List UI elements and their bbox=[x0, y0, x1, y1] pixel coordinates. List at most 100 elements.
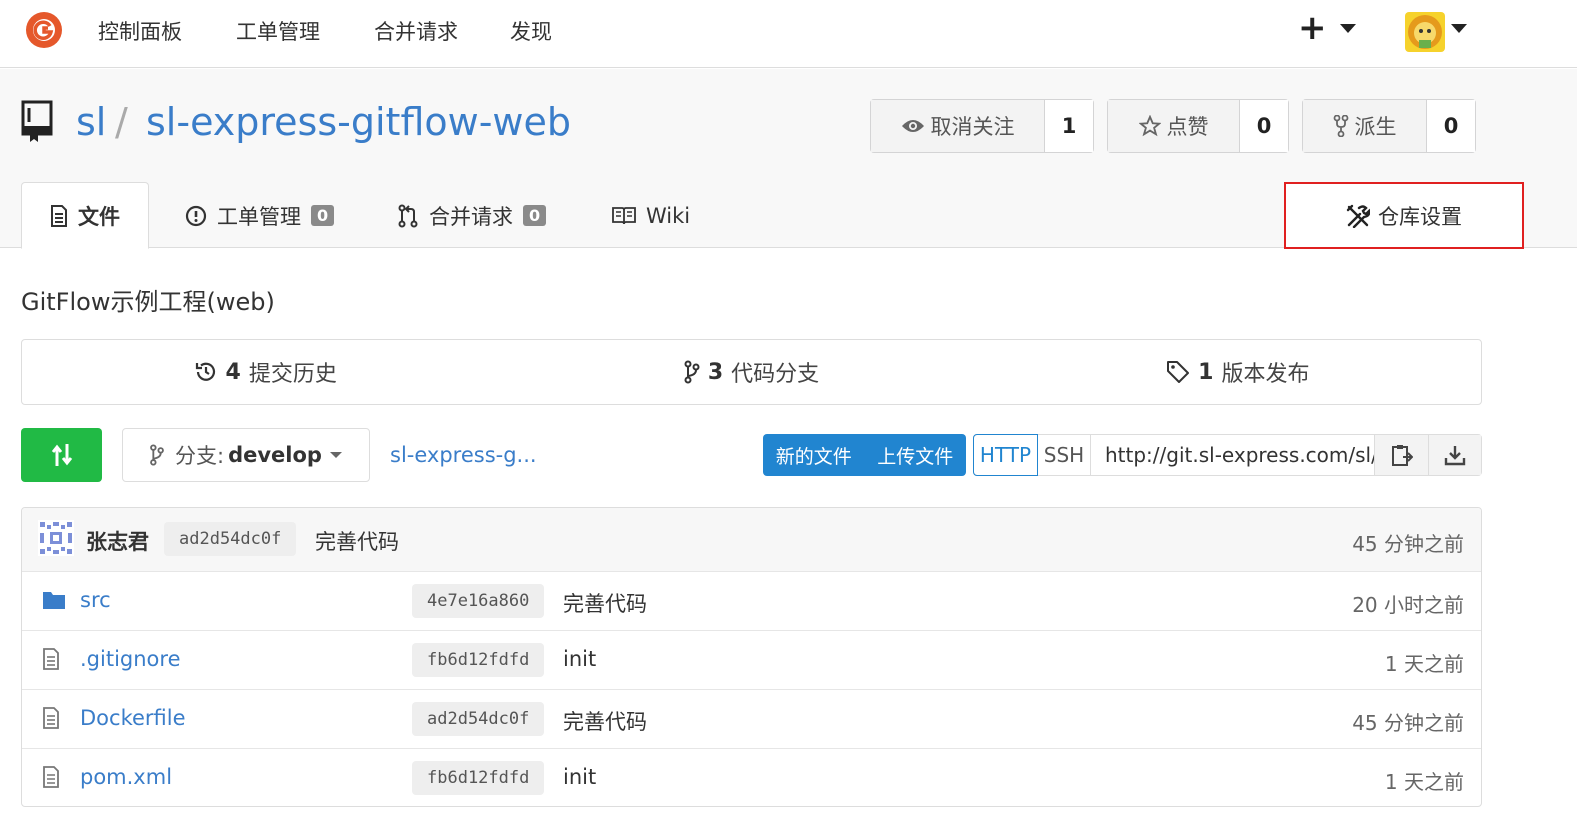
file-actions-group: 新的文件 上传文件 bbox=[763, 434, 966, 476]
repo-book-icon bbox=[21, 100, 53, 142]
file-text-icon bbox=[43, 648, 59, 670]
file-name-link[interactable]: Dockerfile bbox=[80, 706, 186, 730]
tab-settings-label: 仓库设置 bbox=[1378, 204, 1462, 229]
watch-button-group: 取消关注 1 bbox=[870, 99, 1094, 153]
file-commit-time: 20 小时之前 bbox=[1352, 593, 1464, 617]
latest-commit-time: 45 分钟之前 bbox=[1352, 532, 1464, 556]
tab-pulls[interactable]: 合并请求 0 bbox=[397, 182, 547, 249]
history-icon bbox=[195, 362, 215, 381]
file-commit-sha[interactable]: 4e7e16a860 bbox=[412, 584, 545, 618]
tools-icon bbox=[1346, 204, 1370, 228]
watch-count[interactable]: 1 bbox=[1045, 100, 1093, 152]
nav-explore[interactable]: 发现 bbox=[510, 16, 552, 46]
commit-author[interactable]: 张志君 bbox=[86, 526, 149, 556]
releases-stat[interactable]: 1 版本发布 bbox=[995, 340, 1481, 404]
issues-count-badge: 0 bbox=[311, 205, 335, 226]
repo-breadcrumb-link[interactable]: sl-express-g... bbox=[390, 443, 537, 467]
gogs-logo-icon[interactable] bbox=[24, 10, 64, 50]
copy-url-button[interactable] bbox=[1375, 435, 1428, 475]
tab-files-label: 文件 bbox=[78, 204, 120, 229]
branch-dropdown[interactable]: 分支: develop bbox=[122, 428, 370, 482]
releases-count: 1 bbox=[1198, 359, 1214, 385]
star-label: 点赞 bbox=[1166, 115, 1209, 139]
repo-path-separator: / bbox=[115, 100, 128, 144]
star-count[interactable]: 0 bbox=[1240, 100, 1288, 152]
repo-owner-link[interactable]: sl bbox=[76, 100, 106, 144]
branch-prefix: 分支: bbox=[175, 444, 225, 468]
file-commit-message: 完善代码 bbox=[563, 710, 647, 734]
commits-count: 4 bbox=[225, 359, 241, 385]
tab-files[interactable]: 文件 bbox=[21, 182, 149, 249]
file-name-link[interactable]: src bbox=[80, 588, 111, 612]
file-name-link[interactable]: pom.xml bbox=[80, 765, 172, 789]
upload-file-button[interactable]: 上传文件 bbox=[865, 434, 967, 476]
watch-label: 取消关注 bbox=[930, 115, 1015, 139]
table-row: src 4e7e16a860 完善代码 20 小时之前 bbox=[22, 571, 1481, 630]
clone-panel: HTTP SSH http://git.sl-express.com/sl/ bbox=[973, 434, 1482, 476]
eye-icon bbox=[901, 120, 924, 132]
commits-stat[interactable]: 4 提交历史 bbox=[22, 340, 508, 404]
tab-issues[interactable]: 工单管理 0 bbox=[185, 182, 335, 249]
tab-settings[interactable]: 仓库设置 bbox=[1284, 182, 1524, 249]
download-icon bbox=[1444, 446, 1466, 466]
new-file-button[interactable]: 新的文件 bbox=[763, 434, 865, 476]
file-commit-message: init bbox=[563, 765, 597, 789]
tab-issues-label: 工单管理 bbox=[217, 204, 301, 229]
file-commit-sha[interactable]: fb6d12fdfd bbox=[412, 761, 545, 795]
branches-stat[interactable]: 3 代码分支 bbox=[508, 340, 994, 404]
top-nav: 控制面板 工单管理 合并请求 发现 + bbox=[0, 0, 1577, 68]
compare-arrows-icon bbox=[51, 444, 72, 466]
issue-opened-icon bbox=[185, 205, 207, 226]
fork-button-group: 派生 0 bbox=[1302, 99, 1476, 153]
file-commit-sha[interactable]: ad2d54dc0f bbox=[412, 702, 545, 736]
tag-icon bbox=[1167, 361, 1190, 383]
nav-pulls[interactable]: 合并请求 bbox=[374, 16, 458, 46]
pulls-count-badge: 0 bbox=[523, 205, 547, 226]
user-avatar[interactable] bbox=[1405, 12, 1445, 52]
latest-commit-row: 张志君 ad2d54dc0f 完善代码 45 分钟之前 bbox=[22, 508, 1481, 571]
repo-name-link[interactable]: sl-express-gitflow-web bbox=[146, 100, 571, 144]
fork-count[interactable]: 0 bbox=[1427, 100, 1475, 152]
tab-pulls-label: 合并请求 bbox=[429, 204, 513, 229]
folder-icon bbox=[43, 592, 65, 609]
author-avatar[interactable] bbox=[38, 520, 74, 556]
star-button[interactable]: 点赞 bbox=[1108, 100, 1240, 152]
latest-commit-message: 完善代码 bbox=[315, 530, 399, 554]
repo-stats-bar: 4 提交历史 3 代码分支 1 版本发布 bbox=[21, 339, 1482, 405]
nav-issues[interactable]: 工单管理 bbox=[236, 16, 320, 46]
branch-name: develop bbox=[228, 443, 322, 467]
compare-button[interactable] bbox=[21, 428, 102, 482]
http-protocol-button[interactable]: HTTP bbox=[973, 434, 1038, 476]
nav-dashboard[interactable]: 控制面板 bbox=[98, 16, 182, 46]
file-commit-message: init bbox=[563, 647, 597, 671]
branch-icon bbox=[150, 444, 164, 466]
table-row: pom.xml fb6d12fdfd init 1 天之前 bbox=[22, 748, 1481, 806]
fork-button[interactable]: 派生 bbox=[1303, 100, 1427, 152]
table-row: Dockerfile ad2d54dc0f 完善代码 45 分钟之前 bbox=[22, 689, 1481, 748]
file-commit-time: 1 天之前 bbox=[1384, 652, 1464, 676]
file-text-icon bbox=[43, 766, 59, 788]
file-name-link[interactable]: .gitignore bbox=[80, 647, 181, 671]
commits-label: 提交历史 bbox=[248, 362, 337, 387]
latest-commit-sha[interactable]: ad2d54dc0f bbox=[164, 522, 297, 556]
watch-button[interactable]: 取消关注 bbox=[871, 100, 1045, 152]
user-dropdown-caret-icon[interactable] bbox=[1451, 24, 1467, 33]
branches-label: 代码分支 bbox=[731, 362, 820, 387]
star-button-group: 点赞 0 bbox=[1107, 99, 1289, 153]
clone-url-input[interactable]: http://git.sl-express.com/sl/ bbox=[1091, 435, 1375, 475]
tab-wiki[interactable]: Wiki bbox=[612, 182, 690, 249]
fork-icon bbox=[1333, 115, 1348, 137]
branch-icon bbox=[684, 360, 700, 384]
file-commit-sha[interactable]: fb6d12fdfd bbox=[412, 643, 545, 677]
create-dropdown-caret-icon[interactable] bbox=[1340, 24, 1356, 33]
fork-label: 派生 bbox=[1354, 115, 1397, 139]
file-commit-message: 完善代码 bbox=[563, 592, 647, 616]
create-new-icon[interactable]: + bbox=[1298, 8, 1327, 48]
file-text-icon bbox=[51, 204, 67, 227]
book-icon bbox=[612, 206, 636, 224]
releases-label: 版本发布 bbox=[1221, 362, 1310, 387]
chevron-down-icon bbox=[329, 452, 342, 458]
clipboard-icon bbox=[1391, 445, 1413, 466]
download-button[interactable] bbox=[1428, 435, 1481, 475]
ssh-protocol-button[interactable]: SSH bbox=[1038, 435, 1091, 475]
